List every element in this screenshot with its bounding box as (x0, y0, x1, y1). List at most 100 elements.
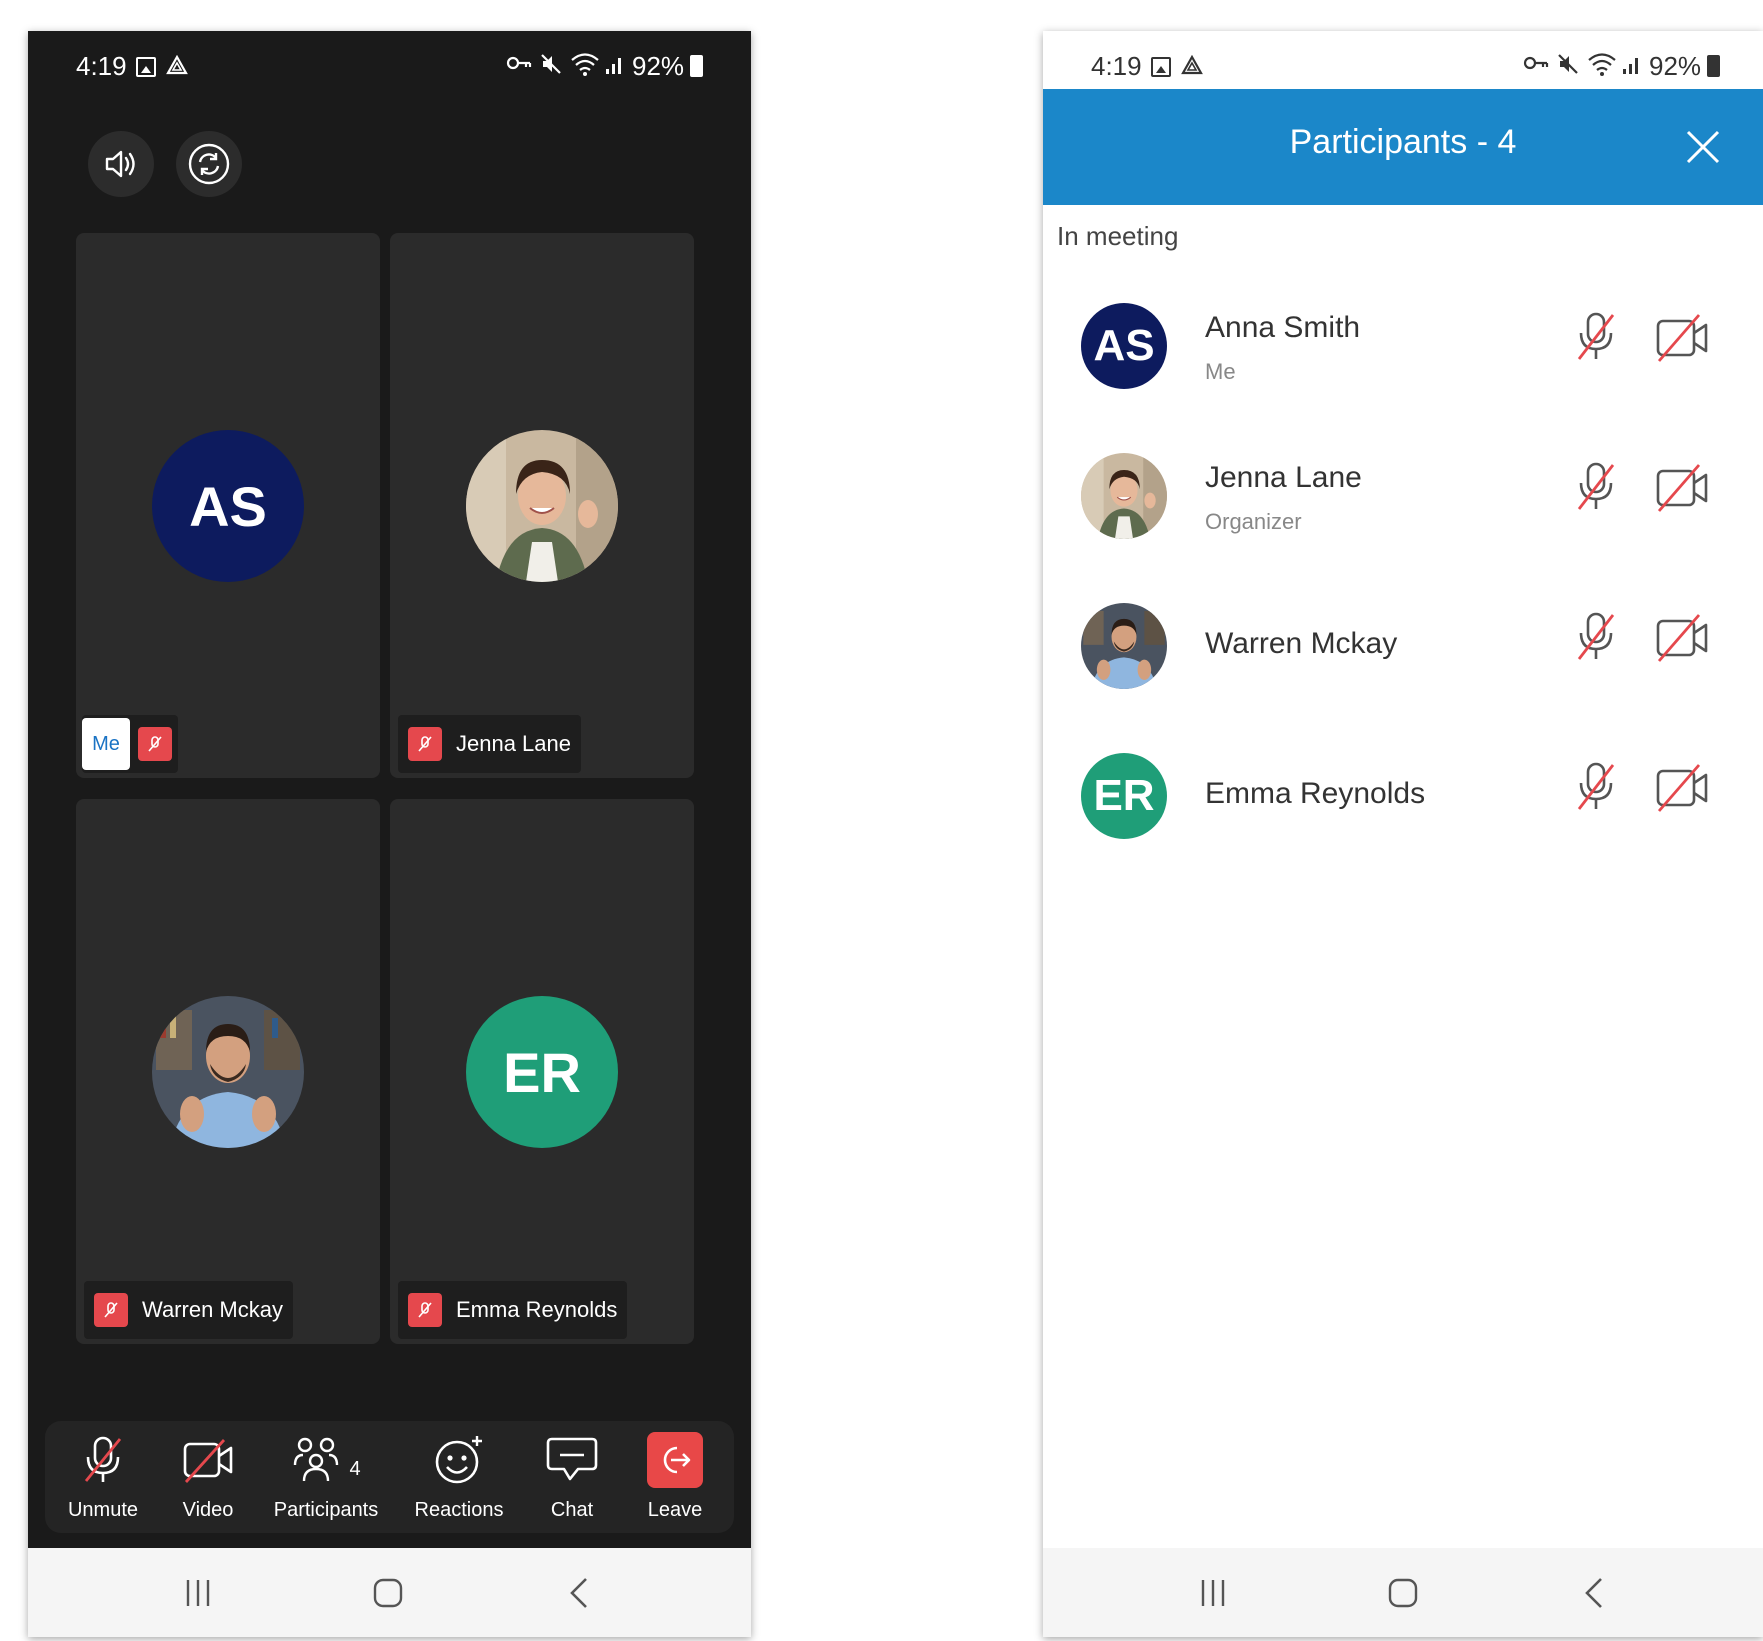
avatar-photo (1081, 453, 1167, 539)
vpn-key-icon (506, 53, 532, 78)
mic-off-icon (1577, 312, 1615, 360)
avatar: ER (1081, 753, 1167, 839)
recents-icon (186, 1579, 210, 1606)
close-button[interactable] (1683, 127, 1723, 167)
speaker-button[interactable] (88, 131, 154, 197)
participant-row-jenna-lane[interactable]: Jenna Lane Organizer (1043, 417, 1763, 567)
video-off-icon (1656, 764, 1708, 812)
battery-percent: 92% (632, 51, 685, 81)
participant-role: Me (1205, 359, 1236, 384)
participants-screen: 4:19 92% Participants - 4 In meeting AS (1043, 31, 1763, 1637)
video-status[interactable] (1655, 611, 1709, 668)
home-icon (373, 1578, 403, 1607)
chat-button[interactable]: Chat (527, 1421, 617, 1533)
video-tile-jenna-lane[interactable]: Jenna Lane (390, 233, 694, 778)
drive-icon (1181, 54, 1203, 81)
mic-off-icon (104, 1302, 118, 1318)
participant-name-tag: Jenna Lane (398, 715, 581, 773)
participant-row-emma-reynolds[interactable]: ER Emma Reynolds (1043, 717, 1763, 867)
participant-name: Anna Smith (1205, 311, 1361, 344)
mic-status[interactable] (1573, 761, 1619, 818)
leave-icon-bg (647, 1432, 703, 1488)
section-label-in-meeting: In meeting (1057, 221, 1179, 251)
chat-icon (546, 1437, 598, 1481)
participant-name-tag: Warren Mckay (84, 1281, 293, 1339)
participant-name: Jenna Lane (1205, 461, 1362, 494)
meeting-screen: 4:19 92% AS Me Jenna Lane Warren Mckay E… (28, 31, 751, 1637)
video-tile-anna-smith[interactable]: AS Me (76, 233, 380, 778)
drive-icon (166, 54, 188, 81)
reactions-button[interactable]: Reactions (399, 1421, 519, 1533)
video-tile-warren-mckay[interactable]: Warren Mckay (76, 799, 380, 1344)
reactions-icon (435, 1436, 482, 1484)
mic-muted-badge (94, 1293, 128, 1327)
video-label: Video (182, 1499, 234, 1521)
participants-icon (294, 1437, 339, 1482)
mic-muted-badge (408, 1293, 442, 1327)
back-button[interactable] (540, 1548, 620, 1637)
back-icon (570, 1577, 587, 1608)
mic-status[interactable] (1573, 611, 1619, 668)
video-off-icon (183, 1439, 233, 1483)
leave-label: Leave (647, 1499, 703, 1521)
status-time: 4:19 (1091, 51, 1142, 81)
home-button[interactable] (348, 1548, 428, 1637)
signal-icon (1621, 53, 1643, 80)
leave-button[interactable]: Leave (629, 1421, 721, 1533)
participant-row-warren-mckay[interactable]: Warren Mckay (1043, 567, 1763, 717)
avatar: AS (1081, 303, 1167, 389)
mic-status[interactable] (1573, 311, 1619, 368)
video-status[interactable] (1655, 461, 1709, 518)
signal-icon (604, 53, 626, 80)
avatar-photo (466, 430, 618, 582)
avatar-initials: AS (1093, 321, 1155, 370)
mic-off-icon (1577, 612, 1615, 660)
avatar: ER (466, 996, 618, 1148)
me-badge: Me (82, 718, 130, 770)
avatar-initials: ER (1093, 771, 1155, 820)
video-button[interactable]: Video (163, 1421, 253, 1533)
avatar-initials: AS (189, 474, 267, 538)
panel-title: Participants - 4 (1289, 123, 1517, 161)
mic-off-icon (1577, 462, 1615, 510)
status-bar: 4:19 92% (1043, 31, 1763, 89)
recents-button[interactable] (1173, 1548, 1253, 1637)
switch-camera-button[interactable] (176, 131, 242, 197)
participant-name: Emma Reynolds (456, 1297, 618, 1322)
vpn-key-icon (1523, 53, 1549, 78)
participant-row-anna-smith[interactable]: AS Anna Smith Me (1043, 267, 1763, 417)
home-button[interactable] (1363, 1548, 1443, 1637)
wifi-icon (1587, 51, 1617, 82)
reactions-label: Reactions (414, 1499, 504, 1521)
wifi-icon (570, 51, 600, 82)
participant-name: Jenna Lane (456, 731, 571, 756)
recents-button[interactable] (158, 1548, 238, 1637)
mic-off-icon (418, 1302, 432, 1318)
participant-role: Organizer (1205, 509, 1302, 534)
video-tile-emma-reynolds[interactable]: ER Emma Reynolds (390, 799, 694, 1344)
video-off-icon (1656, 464, 1708, 512)
back-button[interactable] (1555, 1548, 1635, 1637)
chat-label: Chat (550, 1499, 594, 1521)
participant-name-tag: Emma Reynolds (398, 1281, 628, 1339)
participants-label: Participants (273, 1499, 379, 1521)
mic-off-icon (1577, 762, 1615, 810)
video-status[interactable] (1655, 311, 1709, 368)
mic-status[interactable] (1573, 461, 1619, 518)
video-status[interactable] (1655, 761, 1709, 818)
system-nav-bar (28, 1548, 751, 1637)
recents-icon (1201, 1579, 1225, 1606)
home-icon (1388, 1578, 1418, 1607)
video-off-icon (1656, 614, 1708, 662)
participant-name: Warren Mckay (1205, 627, 1398, 660)
battery-percent: 92% (1649, 51, 1702, 81)
avatar-photo (152, 996, 304, 1148)
mute-icon (540, 53, 562, 80)
leave-icon (663, 1446, 691, 1474)
avatar-photo (1081, 603, 1167, 689)
unmute-button[interactable]: Unmute (53, 1421, 153, 1533)
self-name-tag: Me (82, 715, 178, 773)
participants-button[interactable]: 4 Participants (261, 1421, 391, 1533)
mic-muted-badge (408, 727, 442, 761)
video-off-icon (1656, 314, 1708, 362)
